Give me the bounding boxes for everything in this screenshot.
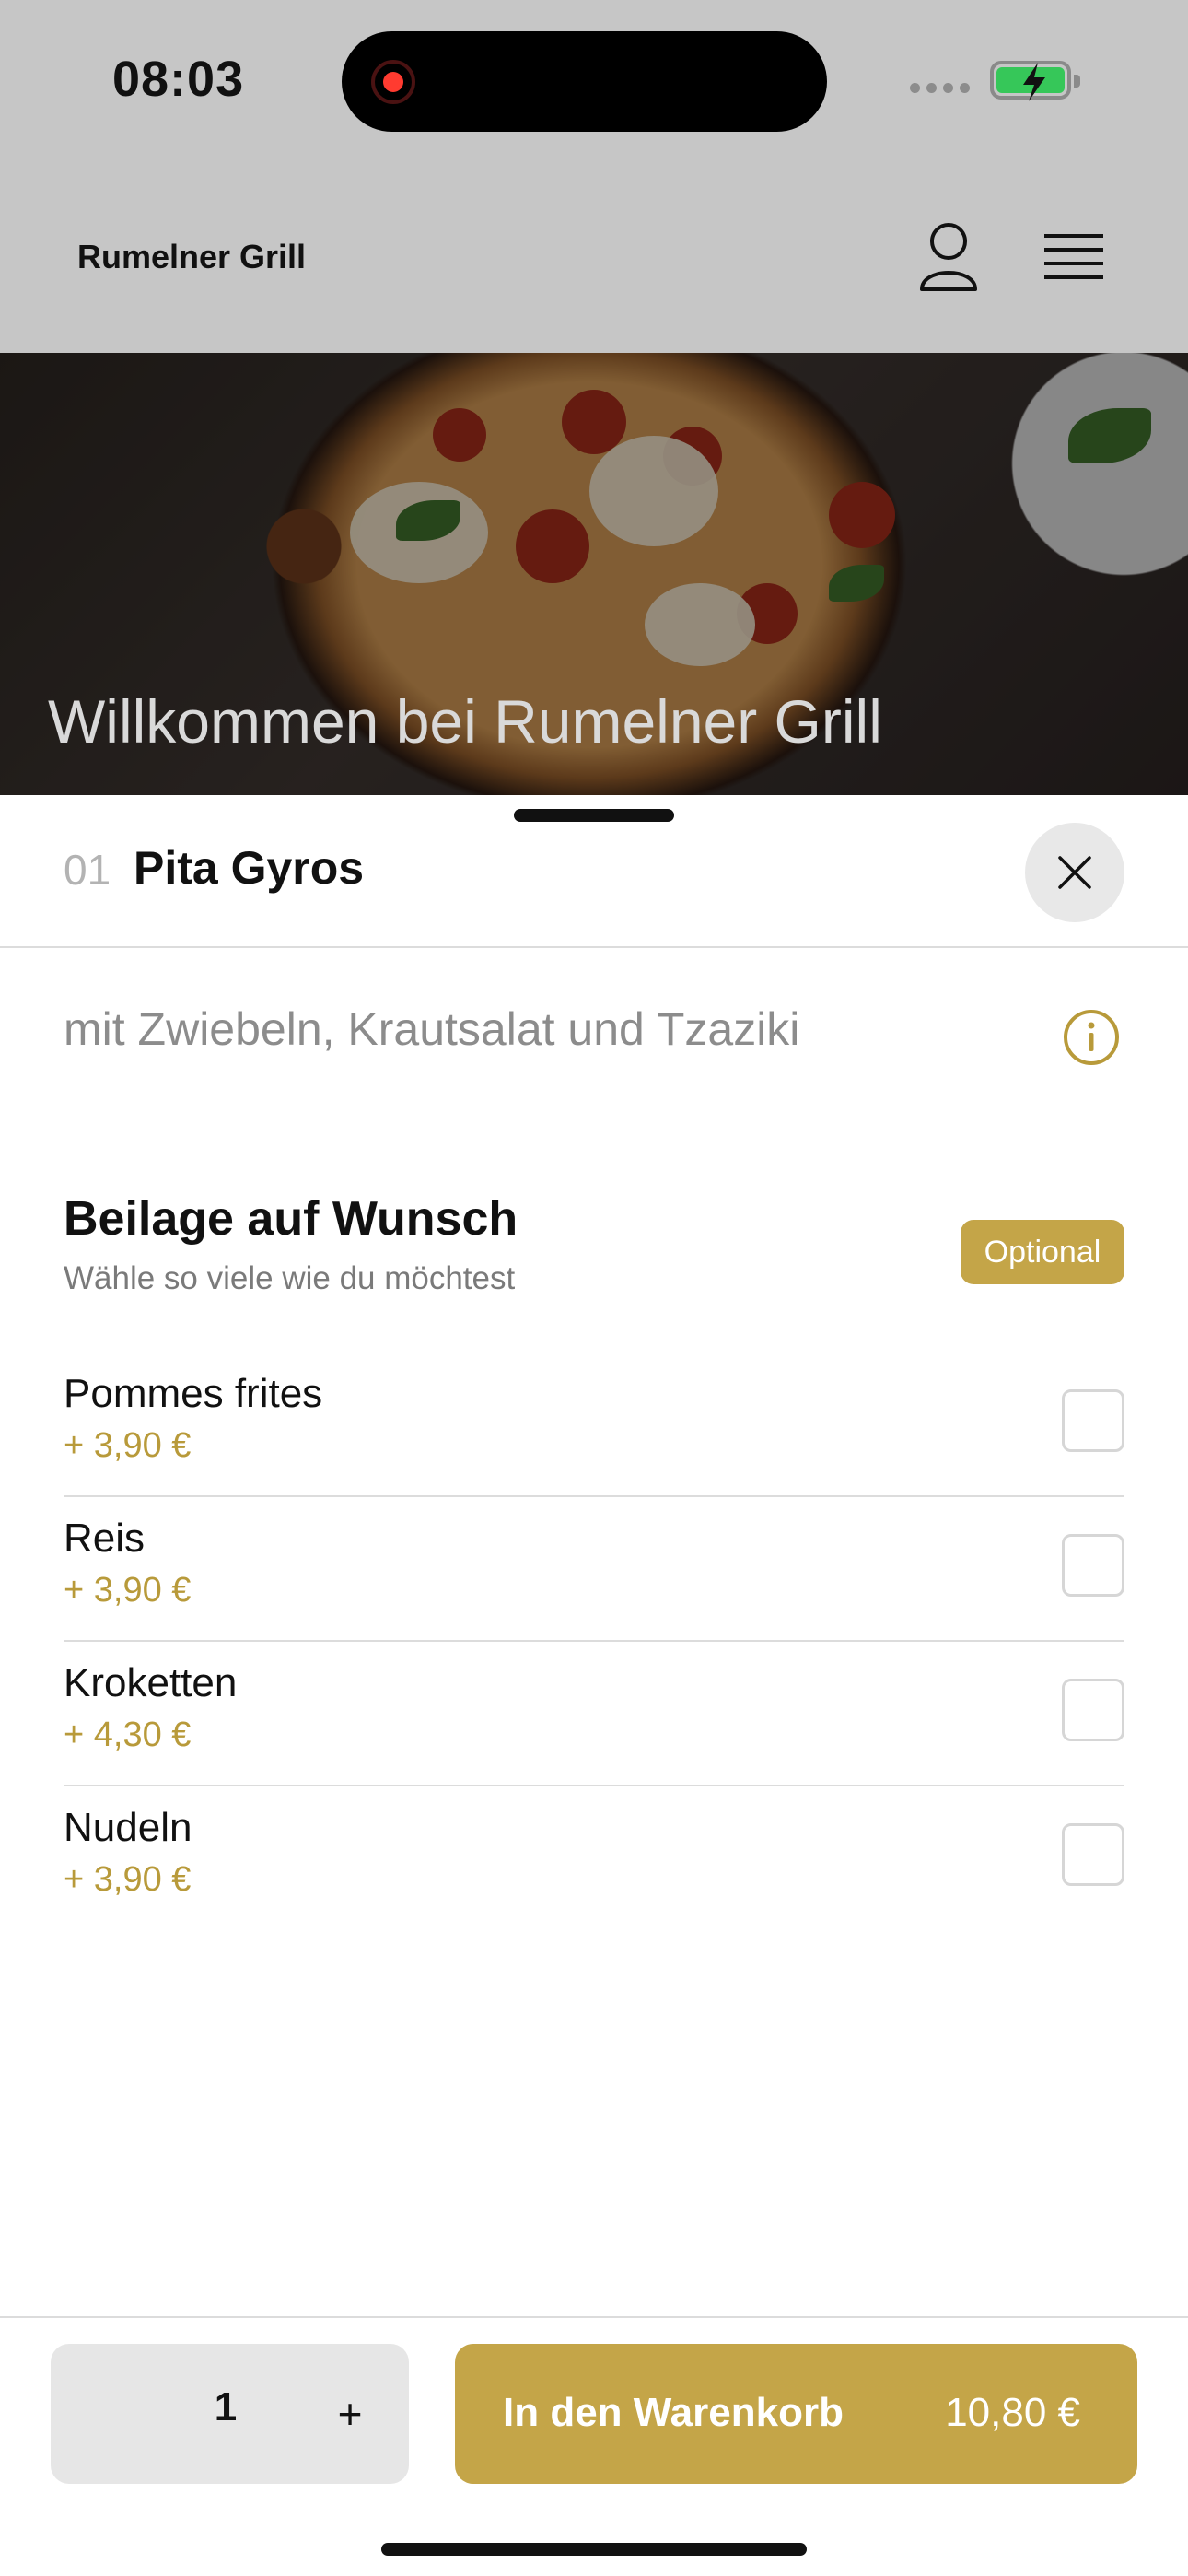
option-name: Nudeln	[64, 1805, 192, 1850]
option-row[interactable]: Pommes frites + 3,90 €	[64, 1352, 1124, 1497]
item-number: 01	[64, 846, 111, 894]
signal-icon	[910, 83, 970, 93]
dynamic-island	[342, 31, 827, 132]
option-group-title: Beilage auf Wunsch	[64, 1192, 518, 1246]
brand-title[interactable]: Rumelner Grill	[77, 238, 306, 276]
close-icon	[1058, 856, 1091, 889]
divider	[0, 946, 1188, 948]
info-button[interactable]	[1063, 1009, 1120, 1066]
home-indicator[interactable]	[381, 2543, 807, 2556]
option-row[interactable]: Reis + 3,90 €	[64, 1497, 1124, 1642]
option-name: Reis	[64, 1516, 146, 1561]
product-sheet: 01 Pita Gyros mit Zwiebeln, Krautsalat u…	[0, 795, 1188, 2576]
option-list: Pommes frites + 3,90 € Reis + 3,90 € Kro…	[64, 1352, 1124, 1931]
option-checkbox[interactable]	[1062, 1534, 1124, 1597]
menu-button[interactable]	[1044, 230, 1103, 286]
sheet-grabber[interactable]	[514, 809, 674, 822]
battery-icon	[990, 61, 1080, 101]
option-price: + 3,90 €	[64, 1571, 192, 1610]
quantity-increment-button[interactable]: +	[318, 2377, 382, 2451]
footer-divider	[0, 2316, 1188, 2318]
option-price: + 3,90 €	[64, 1860, 192, 1899]
option-checkbox[interactable]	[1062, 1679, 1124, 1741]
hero-title: Willkommen bei Rumelner Grill	[48, 687, 882, 755]
app-header: 08:03 Rumelner Grill	[0, 0, 1188, 353]
item-title: Pita Gyros	[134, 842, 365, 894]
add-to-cart-label: In den Warenkorb	[503, 2390, 844, 2435]
menu-icon	[1044, 234, 1103, 279]
add-to-cart-button[interactable]: In den Warenkorb 10,80 €	[455, 2344, 1137, 2484]
option-price: + 3,90 €	[64, 1426, 192, 1465]
quantity-stepper[interactable]: 1 +	[51, 2344, 409, 2484]
option-name: Pommes frites	[64, 1371, 323, 1416]
user-icon	[920, 223, 977, 291]
cart-total-price: 10,80 €	[945, 2390, 1080, 2435]
account-button[interactable]	[916, 221, 981, 295]
record-icon	[371, 60, 415, 104]
option-checkbox[interactable]	[1062, 1823, 1124, 1886]
option-name: Kroketten	[64, 1660, 238, 1705]
close-button[interactable]	[1025, 823, 1124, 922]
optional-badge: Optional	[961, 1220, 1124, 1284]
hero-banner: Willkommen bei Rumelner Grill	[0, 353, 1188, 795]
item-description: mit Zwiebeln, Krautsalat und Tzaziki	[64, 1003, 800, 1055]
option-group-subtitle: Wähle so viele wie du möchtest	[64, 1260, 516, 1296]
option-row[interactable]: Nudeln + 3,90 €	[64, 1786, 1124, 1931]
info-icon	[1064, 1010, 1119, 1065]
option-price: + 4,30 €	[64, 1715, 192, 1754]
status-time: 08:03	[112, 52, 245, 107]
option-row[interactable]: Kroketten + 4,30 €	[64, 1642, 1124, 1786]
option-checkbox[interactable]	[1062, 1389, 1124, 1452]
